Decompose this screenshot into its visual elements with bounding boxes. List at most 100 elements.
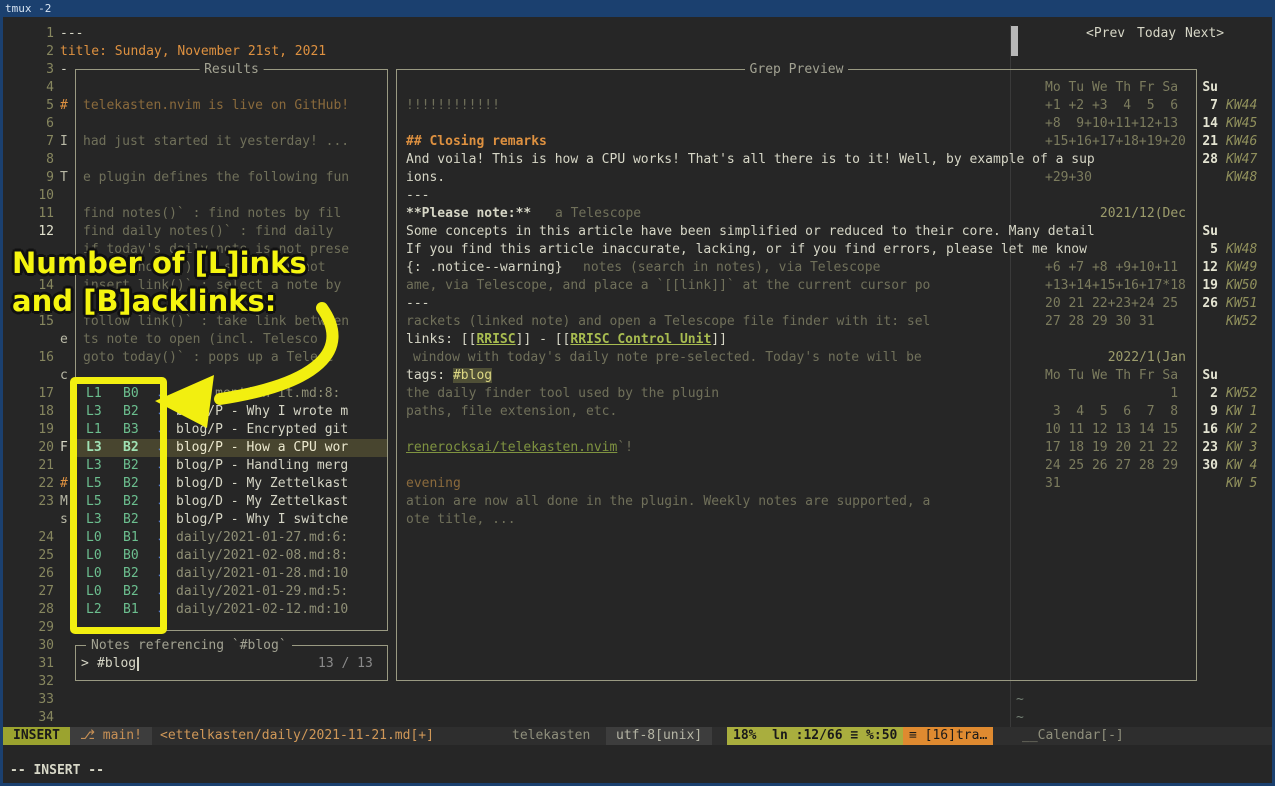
bleed-text: paths, file extension, etc. [406,403,617,421]
calendar-week-days[interactable]: 3 4 5 6 7 8 [1045,403,1178,421]
bleed-text: a Telescope [555,205,641,223]
calendar-week-days[interactable]: +29+30 [1045,169,1092,187]
calendar-week-number: KW52 [1226,385,1257,403]
calendar-sunday[interactable]: 21 [1192,133,1218,151]
preview-repo-line: renerocksai/telekasten.nvim`! [406,439,633,457]
calendar-prev-button[interactable]: <Prev [1086,25,1125,43]
cursor-position-indicator: 18% ln :12/66 ≡ %:50 [727,727,903,745]
result-item[interactable]: blog/D - My Zettelkast [176,493,348,511]
calendar-sunday[interactable]: 12 [1192,259,1218,277]
annotation-line-2: and [B]acklinks: [12,282,307,320]
result-item[interactable]: blog/P - Why I wrote m [176,403,348,421]
calendar-week-days[interactable]: +13+14+15+16+17*18 [1045,277,1186,295]
repo-line-post: `! [617,440,633,455]
calendar-week-number: KW 5 [1226,475,1257,493]
calendar-week-number: KW49 [1226,259,1257,277]
result-item[interactable]: daily/2021-02-12.md:10 [176,601,348,619]
repo-link[interactable]: renerocksai/telekasten.nvim [406,440,617,455]
calendar-sunday[interactable]: 5 [1192,241,1218,259]
calendar-sunday[interactable]: 16 [1192,421,1218,439]
result-item[interactable]: daily/2021-02-08.md:8: [176,547,348,565]
preview-line: ions. [406,169,445,187]
preview-heading: ## Closing remarks [406,133,547,151]
plugin-name: telekasten [512,727,590,745]
result-item[interactable]: daily/2021-01-28.md:10 [176,565,348,583]
result-counter: 13 / 13 [318,655,373,673]
calendar-week-number: KW52 [1226,313,1257,331]
calendar-sunday[interactable]: 23 [1192,439,1218,457]
result-item[interactable]: blog/D - My Zettelkast [176,475,348,493]
calendar-sunday[interactable]: 19 [1192,277,1218,295]
tmux-titlebar: tmux -2 [0,0,1275,17]
note-link[interactable]: RRISC Control Unit [570,332,711,347]
calendar-month-header: 2021/12(Dec [1045,205,1186,223]
calendar-sunday[interactable]: 30 [1192,457,1218,475]
annotation-label: Number of [L]inks and [B]acklinks: [12,244,307,320]
note-link[interactable]: RRISC [476,332,515,347]
result-item[interactable]: ...i mention it.md:8: [176,385,340,403]
calendar-week-days[interactable]: 10 11 12 13 14 15 [1045,421,1178,439]
buffer-line-3: - [60,61,68,79]
preview-links-line: links: [[RRISC]] - [[RRISC Control Unit]… [406,331,727,349]
mode-indicator: INSERT [3,727,70,745]
prompt-prefix: > [81,655,89,673]
buffer-edge-char: T [60,169,68,187]
calendar-sunday[interactable]: 7 [1192,97,1218,115]
calendar-week-number: KW51 [1226,295,1257,313]
buffer-line-1: --- [60,25,83,43]
calendar-week-days[interactable]: +15+16+17+18+19+20 [1045,133,1186,151]
calendar-sunday[interactable]: 9 [1192,403,1218,421]
links-line-pre: links: [[ [406,332,476,347]
calendar-week-days[interactable]: +1 +2 +3 4 5 6 [1045,97,1178,115]
bleed-text: the daily finder tool used by the plugin [406,385,719,403]
calendar-sunday[interactable]: 2 [1192,385,1218,403]
calendar-sunday[interactable]: 14 [1192,115,1218,133]
search-input[interactable]: #blog [97,655,136,673]
calendar-week-number: KW45 [1226,115,1257,133]
calendar-weekday-header: Mo Tu We Th Fr Sa [1045,367,1178,385]
result-item-selected[interactable]: blog/P - How a CPU wor [176,439,348,457]
bleed-text: notes (search in notes), via Telescope [583,259,880,277]
calendar-week-days[interactable]: 31 [1045,475,1061,493]
bleed-text: window with today's daily note pre-selec… [413,349,922,367]
bleed-text: ote title, ... [406,511,516,529]
buffer-edge-char: # [60,97,68,115]
calendar-today-button[interactable]: Today [1137,25,1176,43]
calendar-week-number: KW46 [1226,133,1257,151]
calendar-sunday[interactable]: 26 [1192,295,1218,313]
calendar-week-number: KW47 [1226,151,1257,169]
result-item[interactable]: daily/2021-01-29.md:5: [176,583,348,601]
preview-line: --- [406,295,429,313]
preview-tags-line: tags: #blog [406,367,492,385]
result-item[interactable]: blog/P - Encrypted git [176,421,348,439]
links-line-mid: ]] - [[ [516,332,571,347]
calendar-week-days[interactable]: 20 21 22+23+24 25 [1045,295,1178,313]
calendar-sunday[interactable]: 28 [1192,151,1218,169]
bleed-text: find notes()` : find notes by fil [83,205,341,223]
result-item[interactable]: blog/P - Why I switche [176,511,348,529]
calendar-week-days[interactable]: 24 25 26 27 28 29 [1045,457,1178,475]
calendar-sunday-header: Su [1192,367,1218,385]
calendar-week-days[interactable]: 17 18 19 20 21 22 [1045,439,1178,457]
calendar-week-number: KW48 [1226,169,1257,187]
result-item[interactable]: blog/P - Handling merg [176,457,348,475]
result-item[interactable]: daily/2021-01-27.md:6: [176,529,348,547]
calendar-week-days[interactable]: +8 9+10+11+12+13 [1045,115,1178,133]
buffer-edge-char: M [60,493,68,511]
bleed-text: ts note to open (incl. Telesco [83,331,318,349]
calendar-statusline: __Calendar[-] [1022,727,1124,745]
calendar-weekday-header: Mo Tu We Th Fr Sa [1045,79,1178,97]
empty-buffer-tilde: ~ [1016,691,1024,709]
results-window-title: Results [199,61,264,79]
scrollbar-thumb[interactable] [1011,26,1018,56]
calendar-week-days[interactable]: 27 28 29 30 31 [1045,313,1155,331]
bleed-text: evening [406,475,461,493]
preview-line: **Please note:** [406,205,531,223]
git-branch-indicator: ⎇ main! [70,727,152,745]
calendar-week-days[interactable]: +6 +7 +8 +9+10+11 [1045,259,1178,277]
tmux-title: tmux -2 [5,1,51,16]
calendar-week-days[interactable]: 1 [1045,385,1178,403]
calendar-week-number: KW44 [1226,97,1257,115]
calendar-week-number: KW48 [1226,241,1257,259]
calendar-next-button[interactable]: Next> [1185,25,1224,43]
